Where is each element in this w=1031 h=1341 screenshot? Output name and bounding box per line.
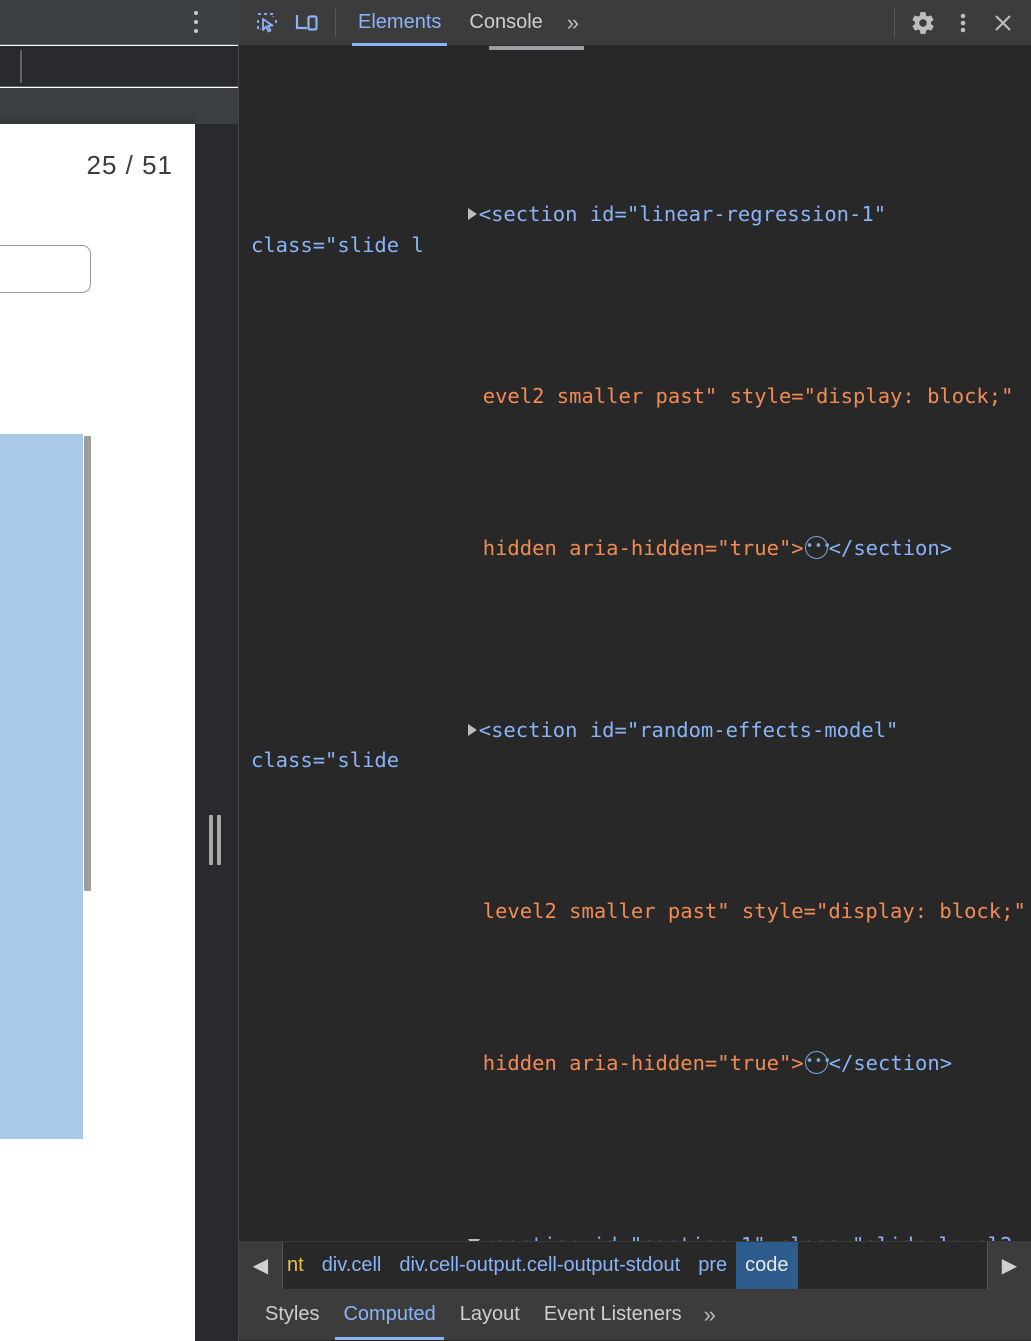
page-right-gutter xyxy=(195,124,238,1341)
dom-line-cont: evel2 smaller past" style="display: bloc… xyxy=(239,351,1031,442)
devtools-element-highlight xyxy=(0,434,83,1139)
browser-window: 25 / 51 xyxy=(0,0,238,1341)
dom-line-1: <section id="linear-regression-1" class=… xyxy=(251,202,899,257)
expand-triangle-icon[interactable] xyxy=(467,723,477,736)
gear-icon[interactable] xyxy=(903,4,943,42)
breadcrumb-item-pre[interactable]: pre xyxy=(689,1242,736,1289)
browser-titlebar xyxy=(0,0,238,45)
breadcrumb-scroll-left-icon[interactable]: ◀ xyxy=(239,1242,283,1289)
dom-tree[interactable]: <section id="linear-regression-1" class=… xyxy=(239,46,1031,1241)
tab-elements[interactable]: Elements xyxy=(344,3,455,46)
dom-line-cont: hidden aria-hidden="true"> •••</section> xyxy=(239,502,1031,593)
devtools-resize-handle[interactable] xyxy=(208,815,222,865)
dom-line-cont: hidden aria-hidden="true"> •••</section> xyxy=(239,1018,1031,1109)
more-tabs-icon[interactable]: » xyxy=(557,10,589,36)
toolbar-divider xyxy=(335,8,336,37)
browser-address-bar[interactable] xyxy=(0,46,238,87)
tab-console[interactable]: Console xyxy=(455,3,556,43)
breadcrumb-item-div-cell[interactable]: div.cell xyxy=(313,1242,391,1289)
devtools-panel: Elements Console » <section id="linear-r… xyxy=(238,0,1031,1341)
dom-line-2: evel2 smaller past" style="display: bloc… xyxy=(482,384,1014,409)
browser-bookmarks-bar xyxy=(0,88,238,124)
devtools-toolbar: Elements Console » xyxy=(239,0,1031,46)
sidebar-more-tabs-icon[interactable]: » xyxy=(694,1302,726,1328)
breadcrumb-scroll-right-icon[interactable]: ▶ xyxy=(987,1242,1031,1289)
close-icon[interactable] xyxy=(983,4,1023,42)
breadcrumb-item-truncated[interactable]: nt xyxy=(283,1242,313,1289)
breadcrumb-item-code[interactable]: code xyxy=(736,1242,798,1289)
dom-line-3-end: </section> xyxy=(828,535,953,560)
device-toolbar-icon[interactable] xyxy=(287,4,327,42)
dom-node-linear-regression-1[interactable]: <section id="linear-regression-1" class=… xyxy=(239,169,1031,290)
tab-event-listeners[interactable]: Event Listeners xyxy=(532,1290,694,1340)
expand-triangle-icon[interactable] xyxy=(467,208,477,221)
tab-styles[interactable]: Styles xyxy=(253,1290,331,1340)
sidebar-tabs: Styles Computed Layout Event Listeners » xyxy=(239,1289,1031,1341)
omnibox-divider xyxy=(20,50,22,83)
toolbar-divider-right xyxy=(894,8,895,37)
dom-line-6: hidden aria-hidden="true"> xyxy=(482,1050,804,1075)
dom-node-section-1[interactable]: <section id="section-1" class="slide lev… xyxy=(239,1199,1031,1241)
tab-layout[interactable]: Layout xyxy=(448,1290,532,1340)
inner-scrollbar[interactable] xyxy=(84,436,91,891)
dom-line-3: hidden aria-hidden="true"> xyxy=(482,535,804,560)
dom-line-cont: level2 smaller past" style="display: blo… xyxy=(239,866,1031,957)
dom-line-5: level2 smaller past" style="display: blo… xyxy=(482,899,1026,924)
breadcrumb: ◀ nt div.cell div.cell-output.cell-outpu… xyxy=(239,1241,1031,1289)
breadcrumb-item-div-cell-output[interactable]: div.cell-output.cell-output-stdout xyxy=(390,1242,689,1289)
scroll-indicator xyxy=(489,46,584,50)
page-viewport: 25 / 51 xyxy=(0,124,195,1341)
tab-computed[interactable]: Computed xyxy=(331,1290,447,1340)
slide-code-card xyxy=(0,245,91,293)
dom-node-random-effects-model[interactable]: <section id="random-effects-model" class… xyxy=(239,684,1031,805)
dom-line-6-end: </section> xyxy=(828,1050,953,1075)
slide-counter: 25 / 51 xyxy=(86,150,173,180)
collapsed-children-icon[interactable]: ••• xyxy=(804,535,831,559)
collapsed-children-icon[interactable]: ••• xyxy=(804,1050,831,1074)
collapse-triangle-icon[interactable] xyxy=(467,1239,480,1241)
inspect-element-icon[interactable] xyxy=(247,4,287,42)
kebab-menu-icon[interactable] xyxy=(943,4,983,42)
browser-kebab-menu-icon[interactable] xyxy=(194,11,198,33)
bookmarks-shadow xyxy=(0,110,196,124)
